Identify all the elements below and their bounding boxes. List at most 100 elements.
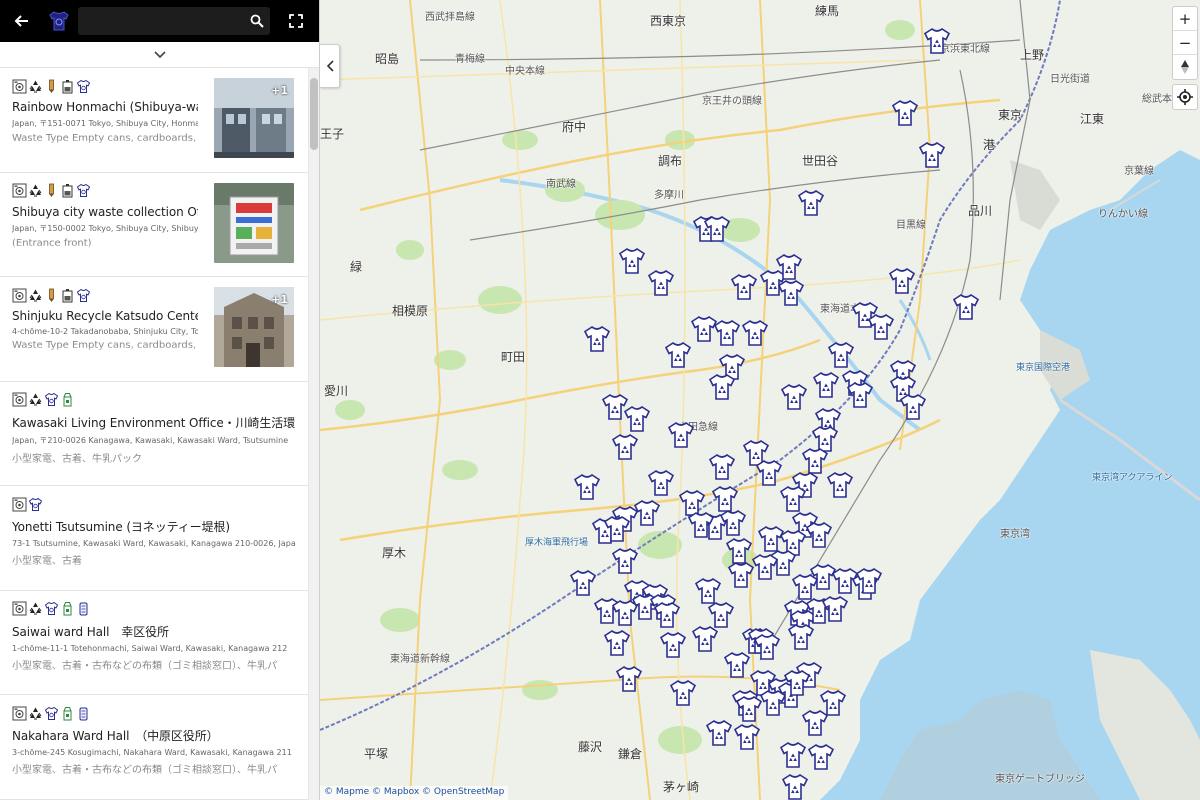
back-button[interactable] xyxy=(9,8,35,34)
scrollbar-thumb[interactable] xyxy=(310,78,318,150)
clothing-recycling-marker-icon[interactable] xyxy=(582,324,612,354)
list-item[interactable]: Shibuya city waste collection Offi Japan,… xyxy=(0,173,308,277)
clothing-recycling-marker-icon[interactable] xyxy=(702,214,732,244)
clothing-recycling-marker-icon[interactable] xyxy=(568,568,598,598)
clothing-recycling-marker-icon[interactable] xyxy=(752,632,782,662)
zoom-in-button[interactable]: + xyxy=(1173,7,1197,31)
clothing-recycling-marker-icon[interactable] xyxy=(782,668,812,698)
clothing-recycling-marker-icon[interactable] xyxy=(617,246,647,276)
clothing-recycling-marker-icon[interactable] xyxy=(712,318,742,348)
clothing-recycling-marker-icon[interactable] xyxy=(890,98,920,128)
locate-me-button[interactable] xyxy=(1172,84,1198,110)
list-item[interactable]: Shinjuku Recycle Katsudo Center 4-chōme-1… xyxy=(0,277,308,382)
list-item[interactable]: Saiwai ward Hall 幸区役所 1-chōme-11-1 Toteho… xyxy=(0,591,308,695)
clothing-recycling-marker-icon[interactable] xyxy=(887,266,917,296)
map-place-label: 中央本線 xyxy=(505,66,545,77)
map-place-label: 日光街道 xyxy=(1050,74,1090,85)
search-button[interactable] xyxy=(244,8,270,34)
list-scrollbar[interactable] xyxy=(308,68,319,800)
clothing-recycling-marker-icon[interactable] xyxy=(652,600,682,630)
clothing-recycling-marker-icon[interactable] xyxy=(690,624,720,654)
clothing-recycling-marker-icon[interactable] xyxy=(632,498,662,528)
clothing-recycling-marker-icon[interactable] xyxy=(826,340,856,370)
clothing-recycling-marker-icon[interactable] xyxy=(811,370,841,400)
clothing-recycling-marker-icon[interactable] xyxy=(774,252,804,282)
list-item[interactable]: Yonetti Tsutsumine (ヨネッティー堤根) 73-1 Tsutsu… xyxy=(0,486,308,591)
fullscreen-button[interactable] xyxy=(283,8,309,34)
clothing-recycling-marker-icon[interactable] xyxy=(707,452,737,482)
clothing-recycling-marker-icon[interactable] xyxy=(796,188,826,218)
attribution-mapme[interactable]: © Mapme xyxy=(324,787,369,797)
list-item-name[interactable]: Kawasaki Living Environment Office・川崎生活環 xyxy=(12,414,296,431)
clothing-recycling-marker-icon[interactable] xyxy=(778,740,808,770)
clothing-recycling-marker-icon[interactable] xyxy=(806,742,836,772)
clothing-recycling-marker-icon[interactable] xyxy=(776,278,806,308)
list-item[interactable]: Rainbow Honmachi (Shibuya-ward Japan, 〒15… xyxy=(0,68,308,173)
clothing-recycling-marker-icon[interactable] xyxy=(951,292,981,322)
clothing-recycling-marker-icon[interactable] xyxy=(917,140,947,170)
compass-button[interactable] xyxy=(1173,55,1197,79)
clothing-recycling-marker-icon[interactable] xyxy=(786,622,816,652)
map-view[interactable]: 練馬 西武拝島線 西東京 昭島 青梅線 中央本線 王子 府中 京王井の頭線 調布 世田谷 目黒線 品川東… xyxy=(320,0,1200,800)
map-place-label: 緑 xyxy=(350,260,363,274)
description-fade xyxy=(12,460,296,465)
clothing-recycling-marker-icon[interactable] xyxy=(729,272,759,302)
clothing-recycling-marker-icon[interactable] xyxy=(825,470,855,500)
clothing-recycling-marker-icon[interactable] xyxy=(740,318,770,348)
clothing-recycling-marker-icon[interactable] xyxy=(922,26,952,56)
shirt-icon xyxy=(44,706,59,721)
clothing-recycling-marker-icon[interactable] xyxy=(854,566,884,596)
clothing-recycling-marker-icon[interactable] xyxy=(663,340,693,370)
photo-count-badge: +1 xyxy=(271,293,288,306)
list-item[interactable]: Nakahara Ward Hall （中原区役所） 3-chōme-245 Ko… xyxy=(0,695,308,800)
collapse-sidebar-button[interactable] xyxy=(320,44,340,88)
list-item-name[interactable]: Yonetti Tsutsumine (ヨネッティー堤根) xyxy=(12,518,296,535)
list-item[interactable]: Kawasaki Living Environment Office・川崎生活環… xyxy=(0,382,308,486)
clothing-recycling-marker-icon[interactable] xyxy=(845,380,875,410)
attribution-mapbox[interactable]: © Mapbox xyxy=(372,787,419,797)
clothing-recycling-marker-icon[interactable] xyxy=(610,546,640,576)
map-attribution: © Mapme © Mapbox © OpenStreetMap xyxy=(320,786,509,800)
clothing-recycling-marker-icon[interactable] xyxy=(704,718,734,748)
clothing-recycling-marker-icon[interactable] xyxy=(732,722,762,752)
clothing-recycling-marker-icon[interactable] xyxy=(668,678,698,708)
shirt-icon xyxy=(76,183,91,198)
list-item-photo[interactable] xyxy=(214,182,294,263)
clothing-recycling-marker-icon[interactable] xyxy=(726,560,756,590)
clothing-recycling-marker-icon[interactable] xyxy=(718,508,748,538)
clothing-recycling-marker-icon[interactable] xyxy=(800,708,830,738)
collapse-list-button[interactable] xyxy=(0,42,319,68)
clothing-recycling-marker-icon[interactable] xyxy=(658,630,688,660)
clothing-recycling-marker-icon[interactable] xyxy=(707,372,737,402)
clothing-recycling-marker-icon[interactable] xyxy=(666,420,696,450)
clothing-recycling-marker-icon[interactable] xyxy=(572,472,602,502)
clothing-recycling-marker-icon[interactable] xyxy=(686,510,716,540)
clothing-recycling-marker-icon[interactable] xyxy=(602,514,632,544)
list-item-photo[interactable]: +1 xyxy=(214,287,294,367)
list-item-name[interactable]: Shinjuku Recycle Katsudo Center xyxy=(12,309,198,323)
list-item-photo[interactable]: +1 xyxy=(214,78,294,158)
clothing-recycling-marker-icon[interactable] xyxy=(820,594,850,624)
clothing-recycling-marker-icon[interactable] xyxy=(610,432,640,462)
list-item-name[interactable]: Shibuya city waste collection Offi xyxy=(12,205,198,219)
clothing-recycling-marker-icon[interactable] xyxy=(779,382,809,412)
clothing-recycling-marker-icon[interactable] xyxy=(780,772,810,800)
map-place-label: 品川 xyxy=(968,204,993,218)
clothing-recycling-marker-icon[interactable] xyxy=(646,468,676,498)
attribution-osm[interactable]: © OpenStreetMap xyxy=(422,787,504,797)
list-item-address: 1-chōme-11-1 Totehonmachi, Saiwai Ward, … xyxy=(12,643,288,653)
clothing-recycling-marker-icon[interactable] xyxy=(866,312,896,342)
description-fade xyxy=(12,772,296,776)
clothing-recycling-marker-icon[interactable] xyxy=(646,268,676,298)
clothing-recycling-marker-icon[interactable] xyxy=(602,628,632,658)
list-item-name[interactable]: Nakahara Ward Hall （中原区役所） xyxy=(12,727,296,744)
pen-icon xyxy=(44,79,59,94)
clothing-recycling-marker-icon[interactable] xyxy=(614,664,644,694)
clothing-recycling-marker-icon[interactable] xyxy=(622,404,652,434)
search-input[interactable] xyxy=(78,7,270,35)
list-item-name[interactable]: Rainbow Honmachi (Shibuya-ward xyxy=(12,100,198,114)
zoom-out-button[interactable]: − xyxy=(1173,31,1197,55)
clothing-recycling-marker-icon[interactable] xyxy=(804,520,834,550)
clothing-recycling-marker-icon[interactable] xyxy=(898,392,928,422)
list-item-name[interactable]: Saiwai ward Hall 幸区役所 xyxy=(12,623,296,640)
